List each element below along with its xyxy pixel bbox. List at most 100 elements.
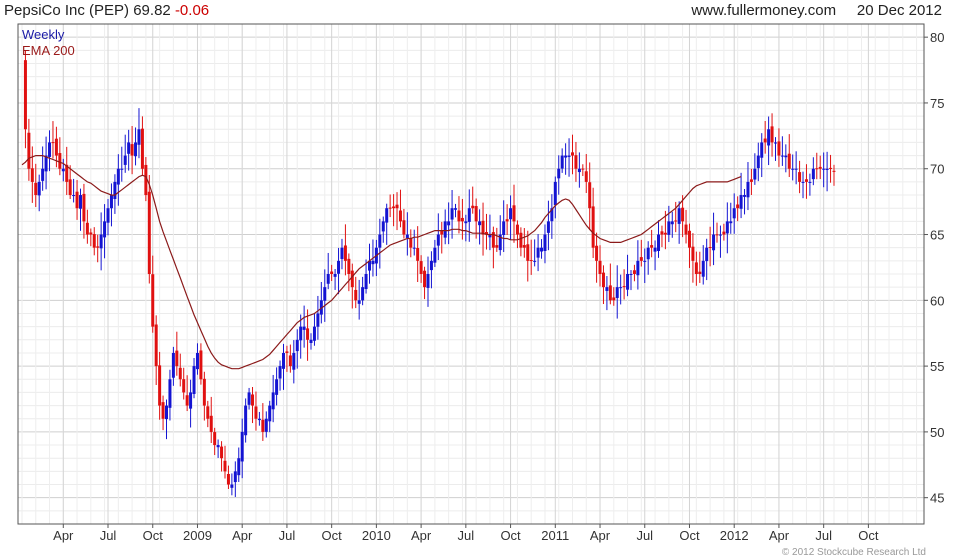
candle-body	[443, 221, 447, 238]
candle-body	[220, 446, 224, 459]
candle-body	[278, 366, 282, 379]
candle	[756, 142, 760, 182]
x-tick-label: Apr	[232, 528, 253, 543]
x-tick-label: 2010	[362, 528, 391, 543]
candle	[515, 220, 519, 249]
candle-body	[777, 141, 781, 156]
candle	[106, 199, 110, 236]
candle	[536, 234, 540, 272]
candle	[718, 225, 722, 258]
candle	[684, 209, 688, 244]
candle	[151, 255, 155, 333]
candle	[285, 345, 289, 372]
candle-body	[798, 172, 802, 182]
candle-body	[247, 392, 251, 405]
x-tick-label: Apr	[53, 528, 74, 543]
candle	[591, 187, 595, 258]
x-tick-label: 2012	[720, 528, 749, 543]
candle-body	[608, 285, 612, 301]
candle	[354, 276, 358, 309]
candle-body	[684, 224, 688, 235]
candle-body	[454, 208, 458, 210]
candle	[323, 269, 327, 322]
candle-body	[773, 142, 777, 144]
candle-body	[708, 247, 712, 249]
candle	[23, 50, 27, 149]
candle-body	[30, 168, 34, 182]
candle	[312, 312, 316, 346]
candle-body	[687, 230, 691, 248]
candle-body	[357, 300, 361, 304]
candle-body	[292, 352, 296, 370]
candle	[347, 253, 351, 292]
candle	[271, 374, 275, 423]
candle-body	[629, 274, 633, 275]
candle	[653, 240, 657, 271]
candle-body	[756, 155, 760, 169]
candle-body	[481, 220, 485, 235]
candle-body	[715, 234, 719, 236]
candle-body	[316, 313, 320, 327]
candle-body	[337, 260, 341, 274]
candle-body	[529, 260, 533, 262]
candle-body	[381, 221, 385, 232]
candle	[553, 176, 557, 219]
candle-body	[636, 260, 640, 276]
candle-body	[467, 208, 471, 222]
candle-body	[109, 195, 113, 209]
candle-body	[515, 224, 519, 235]
y-tick-label: 65	[930, 228, 944, 243]
candle-body	[72, 195, 76, 197]
candle	[491, 226, 495, 269]
candle-body	[660, 231, 664, 235]
candle-body	[58, 153, 62, 169]
candle	[832, 164, 836, 186]
candle-body	[794, 168, 798, 170]
candle	[495, 227, 499, 252]
x-tick-label: Oct	[500, 528, 521, 543]
candle	[454, 203, 458, 218]
candle	[784, 144, 788, 173]
candle	[615, 265, 619, 319]
candle-body	[543, 234, 547, 251]
candle	[130, 126, 134, 175]
candle	[650, 229, 654, 258]
candle	[288, 344, 292, 373]
candle-body	[116, 168, 120, 185]
candle	[804, 164, 808, 199]
candle-body	[213, 432, 217, 446]
candle	[292, 340, 296, 384]
x-tick-label: Oct	[858, 528, 879, 543]
candle	[68, 165, 72, 200]
candle	[429, 251, 433, 289]
candle-body	[429, 260, 433, 271]
candle	[567, 138, 571, 177]
candle-body	[423, 270, 427, 288]
candle-body	[158, 365, 162, 406]
candle-body	[674, 220, 678, 222]
candle	[543, 224, 547, 264]
candle-body	[553, 181, 557, 206]
candle	[192, 358, 196, 399]
x-tick-label: Oct	[143, 528, 164, 543]
candle-body	[557, 168, 561, 179]
candle	[739, 172, 743, 219]
candle-body	[402, 220, 406, 235]
grid-lines	[18, 23, 924, 525]
candle	[223, 445, 227, 479]
candle-body	[667, 221, 671, 235]
candle	[605, 276, 609, 311]
candle-body	[161, 402, 165, 419]
candle-body	[739, 195, 743, 209]
candle-body	[746, 181, 750, 198]
candle	[529, 239, 533, 275]
candle	[395, 192, 399, 231]
candle-body	[92, 234, 96, 248]
candle-body	[123, 155, 127, 165]
candle-body	[350, 270, 354, 288]
copyright-text: © 2012 Stockcube Research Ltd	[781, 547, 926, 558]
candle	[632, 264, 636, 282]
candle-body	[412, 247, 416, 249]
candle-body	[474, 206, 478, 222]
x-tick-label: Apr	[411, 528, 432, 543]
